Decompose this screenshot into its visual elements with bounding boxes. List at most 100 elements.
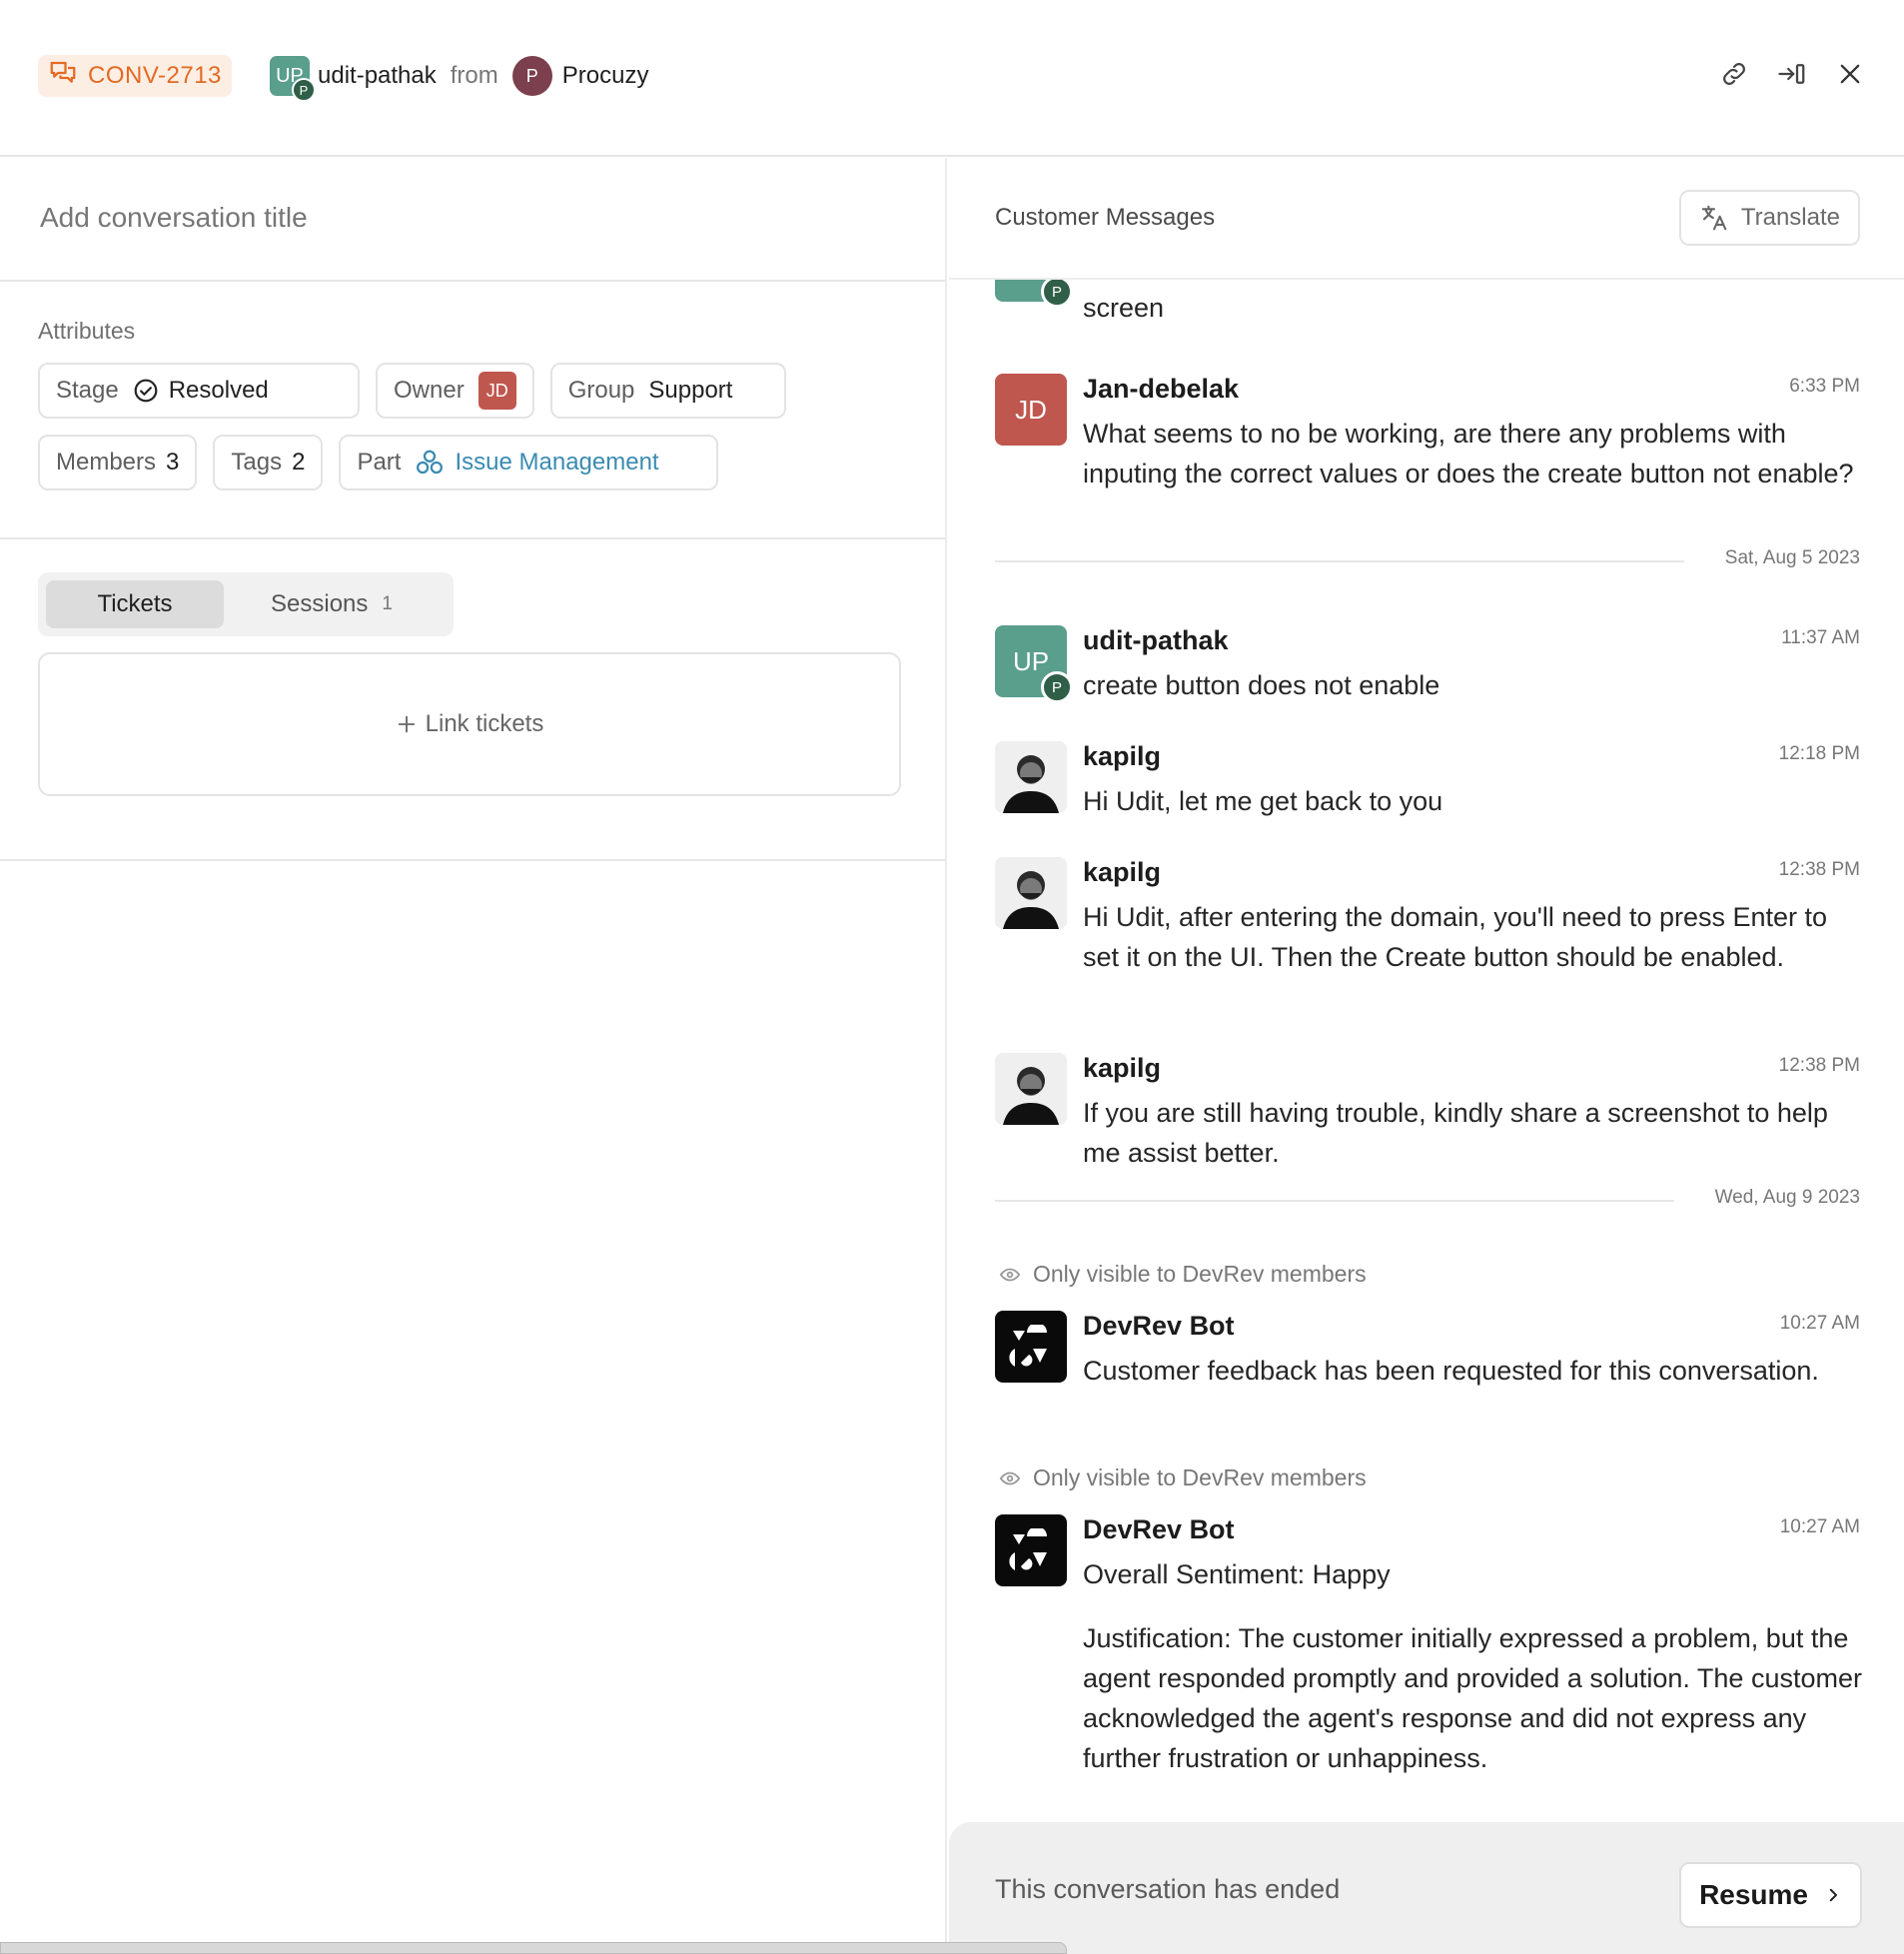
tab-sessions-label: Sessions [271,590,369,617]
org-badge: P [1041,671,1073,703]
resume-button[interactable]: Resume [1679,1862,1862,1928]
tags-chip[interactable]: Tags 2 [213,435,324,490]
attributes-label: Attributes [38,318,136,344]
sessions-count: 1 [382,593,393,614]
date-divider: Sat, Aug 5 2023 [995,545,1860,575]
devrev-bot-avatar [995,1311,1067,1383]
message-text: screen [1083,293,1165,323]
message-time: 10:27 AM [1779,1516,1860,1537]
members-count: 3 [166,449,180,476]
plus-icon [398,715,415,733]
messages-header: Customer Messages Translate [949,158,1904,280]
message-text: If you are still having trouble, kindly … [1083,1098,1828,1168]
message-text: Customer feedback has been requested for… [1083,1356,1819,1386]
translate-button[interactable]: Translate [1678,190,1860,246]
message-item: JD Jan-debelak 6:33 PM What seems to no … [995,374,1860,533]
requester-name[interactable]: udit-pathak [318,62,437,90]
message-thread[interactable]: UP P screen JD Jan-debelak 6:33 PM What … [949,280,1904,1818]
user-photo-avatar [995,1053,1067,1125]
date-label: Sat, Aug 5 2023 [1724,547,1860,568]
owner-chip[interactable]: Owner JD [376,363,534,419]
message-time: 12:38 PM [1778,1055,1860,1076]
message-author: Jan-debelak [1083,374,1240,404]
resume-label: Resume [1699,1879,1808,1910]
check-circle-icon [134,379,158,403]
link-tickets-button[interactable]: Link tickets [38,652,901,796]
conversation-icon [48,58,78,95]
message-item: UP P screen [995,280,1860,330]
tickets-tabs: Tickets Sessions 1 [38,572,454,636]
message-item: kapilg 12:38 PM Hi Udit, after entering … [995,857,1860,1017]
message-author: kapilg [1083,1053,1162,1083]
part-value: Issue Management [455,449,659,476]
eye-icon [999,1268,1021,1281]
user-photo-avatar [995,857,1067,929]
part-chip[interactable]: Part Issue Management [339,435,719,490]
requester-avatar[interactable]: UP P [270,56,316,102]
message-item: UP P udit-pathak 11:37 AM create button … [995,625,1860,709]
chevron-right-icon [1829,1888,1837,1902]
org-badge: P [1041,280,1073,308]
message-text: Overall Sentiment: Happy [1083,1559,1391,1589]
messages-title: Customer Messages [995,204,1216,231]
visibility-note: Only visible to DevRev members [999,1465,1367,1491]
translate-icon [1701,205,1727,231]
owner-avatar: JD [477,372,516,410]
requester-info: UP P udit-pathak from P Procuzy [270,55,649,102]
message-text: What seems to no be working, are there a… [1083,419,1854,488]
message-item: kapilg 12:18 PM Hi Udit, let me get back… [995,741,1860,825]
message-author: kapilg [1083,857,1162,887]
message-time: 6:33 PM [1789,376,1860,397]
part-icon [417,450,444,475]
link-icon[interactable] [1718,58,1750,90]
date-label: Wed, Aug 9 2023 [1714,1187,1860,1208]
tab-sessions[interactable]: Sessions 1 [232,580,432,628]
visibility-note: Only visible to DevRev members [999,1261,1367,1288]
devrev-bot-avatar [995,1514,1067,1586]
link-tickets-label: Link tickets [425,710,544,737]
org-name[interactable]: Procuzy [562,62,649,90]
from-label: from [450,62,498,89]
translate-label: Translate [1740,204,1840,231]
message-time: 10:27 AM [1779,1313,1860,1334]
title-row [0,158,945,282]
conversation-ended-bar: This conversation has ended Resume [949,1822,1904,1954]
group-chip[interactable]: Group Support [549,363,786,419]
stage-chip[interactable]: Stage Resolved [38,363,360,419]
horizontal-scrollbar[interactable] [0,1942,1067,1954]
attributes-section: Attributes Stage Resolved Owner JD Group… [0,282,945,539]
conversation-id: CONV-2713 [88,62,222,89]
messages-panel: Customer Messages Translate UP P screen … [949,158,1904,1954]
tickets-section: Tickets Sessions 1 Link tickets [0,539,945,861]
members-chip[interactable]: Members 3 [38,435,198,490]
org-avatar: P [511,56,552,96]
message-item: DevRev Bot 10:27 AM Overall Sentiment: H… [995,1514,1862,1794]
message-author: DevRev Bot [1083,1311,1235,1341]
message-item: kapilg 12:38 PM If you are still having … [995,1053,1860,1173]
attributes-row-2: Members 3 Tags 2 Part Issue Management [38,435,907,490]
message-text: Hi Udit, let me get back to you [1083,786,1443,816]
conversation-title-input[interactable] [40,202,905,234]
message-text: Hi Udit, after entering the domain, you'… [1083,902,1828,972]
stage-value: Resolved [168,377,269,404]
user-photo-avatar [995,741,1067,813]
move-to-panel-icon[interactable] [1776,58,1808,90]
conversation-id-badge[interactable]: CONV-2713 [38,55,232,97]
message-avatar: UP P [995,625,1073,703]
message-text: create button does not enable [1083,670,1440,700]
message-author: DevRev Bot [1083,1514,1235,1544]
message-text-justification: Justification: The customer initially ex… [1083,1623,1862,1773]
group-value: Support [648,377,733,404]
eye-icon [999,1471,1021,1484]
message-avatar: JD [995,374,1067,446]
tab-tickets[interactable]: Tickets [46,580,224,628]
ended-text: This conversation has ended [995,1874,1341,1904]
date-divider: Wed, Aug 9 2023 [995,1185,1860,1215]
details-panel: Attributes Stage Resolved Owner JD Group… [0,158,947,1954]
header-actions [1718,58,1866,90]
org-badge: P [292,78,316,102]
attributes-row-1: Stage Resolved Owner JD Group Support [38,363,907,419]
message-author: udit-pathak [1083,625,1229,655]
message-time: 12:18 PM [1778,743,1860,764]
close-icon[interactable] [1834,58,1866,90]
